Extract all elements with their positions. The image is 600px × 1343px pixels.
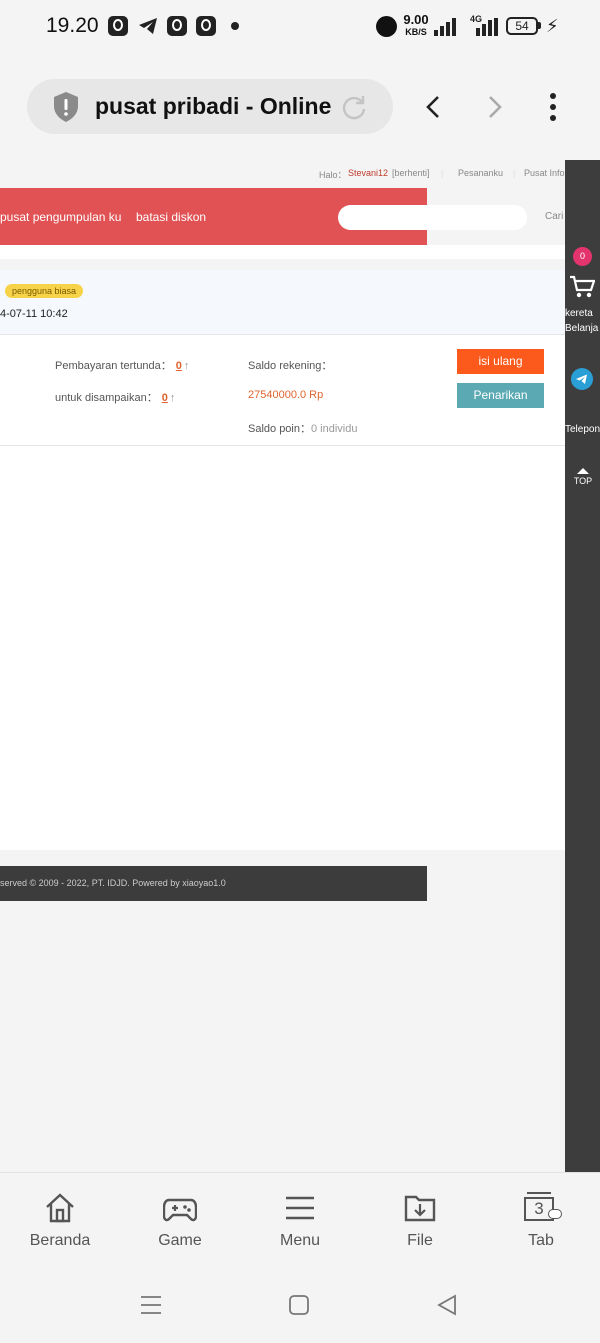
login-time: 4-07-11 10:42: [0, 308, 68, 320]
to-deliver-link[interactable]: 0: [162, 392, 168, 404]
tab-label: File: [407, 1232, 433, 1249]
charging-icon: ⚡: [546, 16, 559, 36]
balance-value: 27540000.0 Rp: [248, 389, 324, 401]
telegram-icon[interactable]: [571, 368, 593, 390]
footer-text: served © 2009 - 2022, PT. IDJD. Powered …: [0, 878, 226, 888]
more-options-icon[interactable]: [545, 92, 561, 122]
notification-app-icon: [108, 16, 128, 36]
back-icon[interactable]: [421, 94, 447, 120]
nav-item-collection[interactable]: pusat pengumpulan ku: [0, 210, 121, 224]
info-center-link[interactable]: Pusat Info: [524, 168, 565, 178]
nav-item-discount[interactable]: batasi diskon: [136, 210, 206, 224]
top-label: TOP: [573, 476, 593, 486]
to-deliver-row: untuk disampaikan： 0 ↑: [55, 389, 175, 405]
points-label: Saldo poin：: [248, 423, 311, 435]
tab-file[interactable]: File: [375, 1192, 465, 1250]
nav-spacer: [0, 245, 565, 259]
alarm-icon: [376, 16, 397, 37]
signal-4g-icon: [476, 18, 498, 36]
signal-icon: [434, 18, 456, 36]
notification-app-icon: [196, 16, 216, 36]
points-row: Saldo poin：0 individu: [248, 420, 357, 436]
top-links-bar: Halo： Stevani12 [berhenti] | Pesananku |…: [0, 160, 565, 186]
divider: |: [513, 168, 516, 178]
folder-download-icon: [404, 1195, 436, 1222]
recent-apps-icon[interactable]: [140, 1294, 162, 1316]
page-title[interactable]: pusat pribadi - Online: [95, 93, 331, 120]
cart-count-badge: 0: [573, 247, 592, 266]
withdraw-button[interactable]: Penarikan: [457, 383, 544, 408]
more-notifications-dot: [231, 22, 239, 30]
telegram-notification-icon: [139, 18, 157, 34]
cart-icon[interactable]: [569, 275, 595, 299]
search-input[interactable]: [338, 205, 527, 230]
username-link[interactable]: Stevani12: [348, 168, 388, 178]
arrow-up-icon: ↑: [169, 392, 176, 404]
points-value: 0 individu: [311, 423, 358, 435]
speed-value: 9.00: [403, 12, 429, 27]
tab-label: Game: [158, 1232, 202, 1249]
recharge-button[interactable]: isi ulang: [457, 349, 544, 374]
tab-tabs[interactable]: 3 Tab: [496, 1192, 586, 1250]
pending-payment-row: Pembayaran tertunda： 0 ↑: [55, 357, 189, 373]
forward-icon[interactable]: [481, 94, 507, 120]
notification-app-icon: [167, 16, 187, 36]
battery-tip: [538, 22, 541, 29]
status-time: 19.20: [46, 14, 99, 37]
tab-label: Menu: [279, 1232, 321, 1249]
cart-label[interactable]: kereta Belanja: [565, 306, 600, 336]
to-deliver-label: untuk disampaikan：: [55, 392, 158, 404]
home-icon: [46, 1193, 74, 1223]
back-button-icon[interactable]: [436, 1294, 458, 1316]
user-level-badge: pengguna biasa: [5, 284, 84, 298]
shield-icon[interactable]: [52, 91, 80, 123]
network-speed: 9.00 KB/S: [402, 12, 430, 38]
gamepad-icon: [163, 1198, 197, 1222]
arrow-up-icon: ↑: [183, 360, 190, 372]
balance-label: Saldo rekening：: [248, 360, 333, 372]
search-button[interactable]: Cari: [545, 211, 563, 222]
reload-icon[interactable]: [340, 93, 368, 121]
user-info-panel: [0, 270, 565, 335]
tab-home[interactable]: Beranda: [15, 1192, 105, 1250]
pending-payment-label: Pembayaran tertunda：: [55, 360, 172, 372]
back-to-top-button[interactable]: TOP: [571, 468, 595, 486]
logout-link[interactable]: [berhenti]: [392, 168, 430, 178]
battery-icon: 54: [506, 17, 538, 35]
tab-menu[interactable]: Menu: [255, 1192, 345, 1250]
speed-unit: KB/S: [405, 27, 427, 37]
orders-link[interactable]: Pesananku: [458, 168, 503, 178]
web-page: Halo： Stevani12 [berhenti] | Pesananku |…: [0, 160, 565, 1172]
pending-payment-link[interactable]: 0: [176, 360, 182, 372]
greeting-label: Halo：: [319, 170, 347, 180]
telegram-label[interactable]: Telepon: [565, 424, 600, 435]
divider: |: [441, 168, 444, 178]
tab-label: Beranda: [29, 1232, 91, 1249]
home-button-icon[interactable]: [288, 1294, 310, 1316]
menu-icon: [286, 1196, 314, 1220]
tabs-icon: 3: [524, 1192, 562, 1224]
tab-game[interactable]: Game: [135, 1192, 225, 1250]
tab-label: Tab: [528, 1232, 554, 1249]
content-area: [0, 446, 565, 850]
